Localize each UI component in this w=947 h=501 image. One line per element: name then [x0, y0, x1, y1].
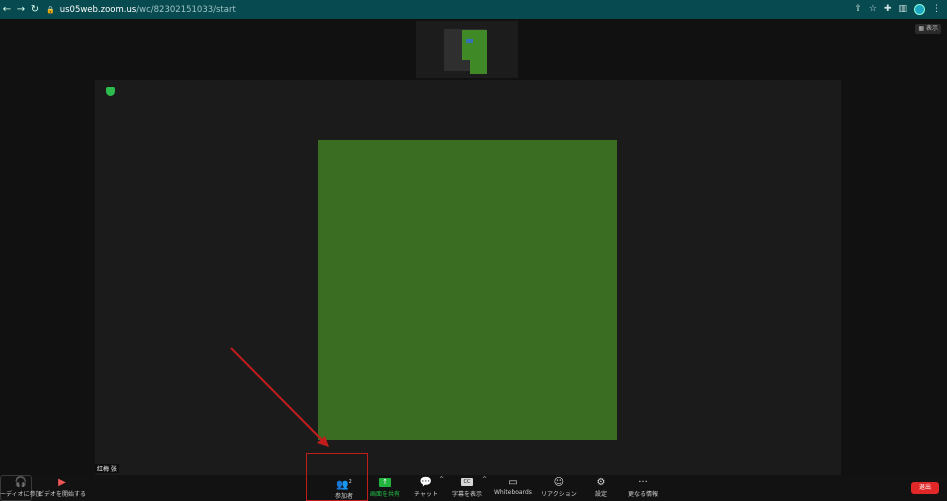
captions-button[interactable]: CC 字幕を表示: [452, 476, 482, 498]
chat-label: チャット: [414, 491, 438, 498]
captions-label: 字幕を表示: [452, 491, 483, 498]
ellipsis-icon: ···: [638, 477, 648, 488]
video-off-icon: ▶: [58, 477, 66, 488]
bookmark-star-icon[interactable]: ☆: [869, 0, 877, 19]
shared-screen-area: 红梅 张: [95, 80, 841, 475]
join-audio-label: ーディオに参加: [0, 491, 42, 498]
start-video-button[interactable]: ▶ ビデオを開始する: [38, 476, 86, 498]
view-button-label: 表示: [925, 25, 938, 32]
extensions-icon[interactable]: ✚: [884, 0, 892, 19]
chat-bubble-icon: 💬: [419, 477, 433, 488]
reload-icon[interactable]: ↻: [28, 0, 42, 19]
whiteboard-icon: ▭: [508, 477, 518, 488]
participant-name-label: 红梅 张: [95, 464, 119, 473]
headphones-icon: 🎧: [14, 477, 28, 488]
emoji-icon: ☺: [553, 477, 565, 488]
encryption-shield-icon[interactable]: [106, 87, 115, 96]
shared-content: [318, 140, 617, 440]
address-bar[interactable]: 🔒 us05web.zoom.us /wc/82302151033/start: [46, 0, 236, 19]
lock-icon: 🔒: [46, 5, 55, 14]
thumbnail-green-region-lower: [470, 58, 487, 74]
share-screen-button[interactable]: ↑ 画面を共有: [370, 476, 400, 498]
more-label: 更なる情報: [628, 491, 659, 498]
forward-icon[interactable]: →: [14, 0, 28, 19]
url-path: /wc/82302151033/start: [136, 4, 236, 15]
url-host: us05web.zoom.us: [59, 4, 137, 15]
view-button[interactable]: ▦ 表示: [915, 24, 941, 34]
thumbnail-blue-mark: [466, 39, 473, 43]
start-video-label: ビデオを開始する: [38, 491, 87, 498]
sidebar-icon[interactable]: ▥: [898, 0, 907, 19]
browser-menu-icon[interactable]: ⋮: [932, 0, 941, 19]
annotation-highlight-box: [306, 453, 368, 501]
back-icon[interactable]: ←: [0, 0, 14, 19]
grid-icon: ▦: [918, 25, 926, 32]
whiteboards-label: Whiteboards: [494, 489, 532, 496]
self-video-thumbnail[interactable]: [416, 21, 518, 78]
leave-button[interactable]: 退出: [911, 482, 939, 494]
reactions-button[interactable]: ☺ リアクション: [541, 476, 577, 498]
thumbnail-green-region: [462, 30, 487, 60]
cc-icon: CC: [461, 478, 473, 486]
meeting-toolbar: 🎧 ーディオに参加 ▶ ビデオを開始する 👥2 参加者 ↑ 画面を共有 💬 チャ…: [0, 475, 947, 501]
whiteboards-button[interactable]: ▭ Whiteboards: [494, 476, 532, 496]
meeting-stage: ▦ 表示 红梅 张: [0, 19, 947, 475]
reactions-label: リアクション: [541, 491, 577, 498]
profile-avatar[interactable]: [914, 4, 925, 15]
share-page-icon[interactable]: ⇪: [854, 0, 862, 19]
captions-caret-icon[interactable]: ^: [482, 476, 487, 483]
chat-caret-icon[interactable]: ^: [439, 476, 444, 483]
settings-button[interactable]: ⚙ 設定: [595, 476, 607, 498]
settings-label: 設定: [595, 491, 608, 498]
more-button[interactable]: ··· 更なる情報: [628, 476, 658, 498]
share-screen-icon: ↑: [379, 478, 391, 487]
chat-button[interactable]: 💬 チャット: [414, 476, 438, 498]
gear-icon: ⚙: [596, 477, 606, 488]
join-audio-button[interactable]: 🎧 ーディオに参加: [0, 476, 42, 498]
browser-toolbar: ← → ↻ 🔒 us05web.zoom.us /wc/82302151033/…: [0, 0, 947, 19]
share-screen-label: 画面を共有: [370, 491, 401, 498]
